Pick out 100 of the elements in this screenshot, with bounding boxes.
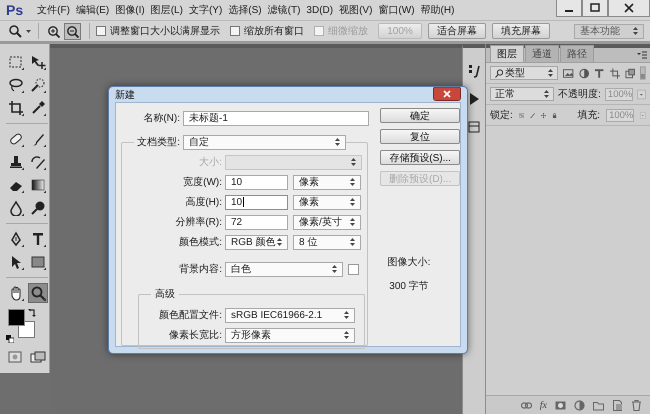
input-field[interactable]: 72 — [225, 214, 288, 230]
tool-preset-magnifier-icon[interactable] — [8, 24, 32, 38]
menu-item[interactable]: 滤镜(T) — [266, 1, 302, 19]
filter-toggle-icon[interactable] — [640, 66, 646, 80]
dialog-button[interactable]: 确定 — [380, 108, 460, 123]
panel-tab[interactable]: 路径 — [560, 45, 594, 62]
blend-mode-dropdown[interactable]: 正常 — [490, 87, 554, 101]
zoom-out-button[interactable] — [64, 22, 81, 40]
up-down-arrows-icon — [351, 158, 356, 166]
filter-dropdown[interactable]: 类型 — [490, 66, 558, 80]
half-circle-icon[interactable] — [574, 400, 585, 410]
app-logo: Ps — [6, 2, 24, 18]
quick-mask-icon[interactable] — [8, 351, 22, 363]
checkbox-label: 缩放所有窗口 — [244, 24, 304, 38]
up-down-arrows-icon — [548, 69, 554, 77]
image-size-label: 图像大小: — [388, 256, 430, 269]
panel-menu-icon[interactable] — [637, 51, 647, 59]
checkbox-label: 细微缩放 — [328, 24, 368, 38]
folder-icon[interactable] — [593, 400, 604, 410]
menu-item[interactable]: 窗口(W) — [376, 1, 417, 19]
menu-item[interactable]: 图像(I) — [113, 1, 147, 19]
dropdown[interactable]: RGB 颜色 — [225, 234, 288, 250]
crop-filter-icon[interactable] — [610, 68, 620, 78]
mask-icon[interactable] — [555, 400, 566, 410]
zoom-in-icon — [47, 24, 60, 38]
up-down-arrows-icon — [277, 238, 282, 246]
dropdown[interactable]: 像素 — [293, 174, 361, 190]
close-icon[interactable] — [608, 0, 650, 17]
smart-object-icon[interactable] — [624, 68, 636, 78]
menu-item[interactable]: 文件(F) — [35, 1, 72, 19]
panel-tab[interactable]: 图层 — [490, 45, 524, 62]
crop-icon[interactable] — [6, 98, 26, 118]
field-label: 文档类型: — [136, 136, 180, 149]
workspace-dropdown[interactable]: 基本功能 — [574, 24, 644, 38]
half-circle-icon[interactable] — [578, 68, 590, 78]
field-label: 名称(N): — [142, 112, 180, 125]
magnifier-icon[interactable] — [28, 283, 48, 303]
dropdown[interactable]: 白色 — [225, 262, 343, 276]
field-label: 背景内容: — [178, 262, 222, 276]
dialog-button[interactable]: 存储预设(S)... — [380, 150, 460, 165]
menu-item[interactable]: 文字(Y) — [186, 1, 224, 19]
dropdown[interactable]: 自定 — [183, 134, 346, 150]
trash-icon[interactable] — [631, 400, 642, 410]
up-down-arrows-icon — [344, 311, 349, 319]
up-down-arrows-icon — [633, 27, 638, 35]
field-label: 分辨率(R): — [174, 216, 222, 229]
group-title: 高级 — [155, 289, 175, 300]
up-down-arrows-icon — [332, 265, 337, 273]
toolbar-button[interactable]: 填充屏幕 — [492, 23, 550, 39]
input-field[interactable]: 10 — [225, 174, 288, 190]
new-layer-icon[interactable] — [612, 400, 623, 410]
checkbox[interactable] — [230, 26, 240, 36]
toolbar-button[interactable]: 适合屏幕 — [428, 23, 486, 39]
dropdown[interactable]: 8 位 — [293, 234, 361, 250]
dialog-title: 新建 — [115, 88, 135, 102]
input-field[interactable]: 10 — [225, 194, 288, 210]
dialog-button[interactable]: 复位 — [380, 129, 460, 144]
fx-button[interactable]: fx — [540, 400, 547, 410]
dropdown[interactable]: 像素/英寸 — [293, 214, 361, 230]
field-label: 高度(H): — [184, 196, 222, 209]
field-label: 颜色模式: — [178, 236, 222, 249]
panel-tab[interactable]: 通道 — [525, 45, 559, 62]
menu-item[interactable]: 编辑(E) — [74, 1, 112, 19]
foreground-color-swatch[interactable] — [8, 309, 25, 326]
up-down-arrows-icon — [544, 90, 550, 98]
image-filter-icon[interactable] — [563, 68, 574, 78]
checkbox[interactable] — [96, 26, 106, 36]
menu-item[interactable]: 图层(L) — [148, 1, 185, 19]
image-size-value: 300 字节 — [389, 280, 429, 293]
dropdown[interactable]: 像素 — [293, 194, 361, 210]
field-label: 像素长宽比: — [168, 328, 222, 342]
link-icon[interactable] — [520, 400, 532, 410]
field-label: 大小: — [198, 156, 222, 169]
default-colors-icon[interactable] — [6, 335, 14, 343]
minimize-icon[interactable] — [556, 0, 582, 17]
lock-label: 锁定: — [490, 108, 513, 122]
screen-mode-icon[interactable] — [30, 351, 46, 363]
menu-item[interactable]: 视图(V) — [337, 1, 374, 19]
menu-item[interactable]: 帮助(H) — [418, 1, 456, 19]
up-down-arrows-icon — [350, 218, 355, 226]
menu-item[interactable]: 选择(S) — [226, 1, 264, 19]
panel-icon[interactable] — [468, 120, 480, 134]
brush-presets-icon[interactable] — [468, 64, 480, 78]
up-down-arrows-icon — [350, 178, 355, 186]
field-label: 宽度(W): — [182, 176, 222, 189]
dropdown[interactable]: 方形像素 — [225, 328, 355, 342]
field-label: 颜色配置文件: — [158, 308, 222, 322]
search-icon — [495, 68, 503, 78]
dropdown[interactable]: sRGB IEC61966-2.1 — [225, 308, 355, 322]
up-down-arrows-icon — [335, 138, 340, 146]
input-field[interactable]: 未标题-1 — [183, 110, 369, 126]
up-down-arrows-icon — [350, 198, 355, 206]
maximize-icon[interactable] — [582, 0, 608, 17]
close-icon[interactable] — [433, 87, 461, 101]
up-down-arrows-icon — [350, 238, 355, 246]
menu-item[interactable]: 3D(D) — [304, 2, 336, 18]
opacity-label: 不透明度: — [558, 88, 601, 101]
color-swatch[interactable] — [348, 264, 359, 274]
type-filter-icon[interactable] — [594, 68, 605, 78]
swap-arrows-icon[interactable] — [28, 309, 36, 317]
